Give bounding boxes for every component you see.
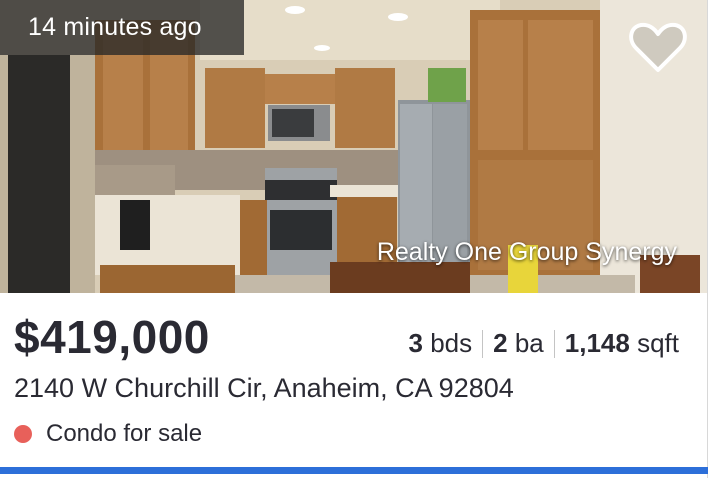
favorite-button[interactable] [626, 18, 690, 76]
card-accent-bar [0, 467, 708, 474]
beds-label: bds [430, 328, 473, 358]
beds-count: 3 [408, 328, 423, 358]
broker-name: Realty One Group Synergy [376, 238, 677, 266]
status-label: Condo for sale [46, 420, 203, 447]
heart-outline-icon [629, 22, 687, 72]
sqft-count: 1,148 [564, 328, 630, 358]
listing-photo[interactable]: 14 minutes ago Realty One Group Synergy [0, 0, 707, 293]
listed-time-badge: 14 minutes ago [0, 0, 244, 55]
baths-count: 2 [493, 328, 508, 358]
stats-divider [553, 329, 555, 358]
listing-price: $419,000 [14, 311, 210, 363]
listing-card[interactable]: 14 minutes ago Realty One Group Synergy … [0, 0, 708, 478]
listing-address[interactable]: 2140 W Churchill Cir, Anaheim, CA 92804 [14, 373, 514, 404]
baths-label: ba [514, 328, 544, 358]
listing-status: Condo for sale [14, 420, 202, 448]
status-dot-icon [14, 425, 32, 443]
listing-stats: 3 bds 2 ba 1,148 sqft [409, 328, 679, 359]
stats-divider [482, 329, 484, 358]
sqft-label: sqft [637, 328, 679, 358]
